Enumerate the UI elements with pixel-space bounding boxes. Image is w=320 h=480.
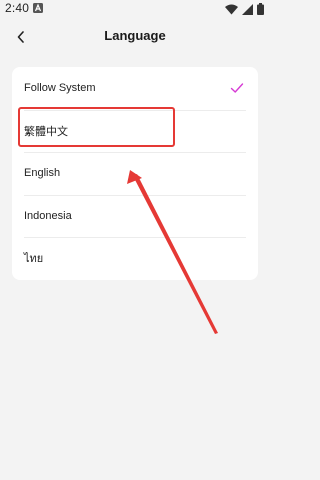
language-option-thai[interactable]: ไทย	[12, 237, 258, 280]
language-label: ไทย	[24, 253, 44, 266]
status-icons	[225, 3, 264, 15]
status-time: 2:40	[5, 1, 30, 15]
wifi-icon	[225, 4, 238, 14]
language-option-follow-system[interactable]: Follow System	[12, 67, 258, 110]
battery-icon	[257, 3, 264, 15]
a-icon	[33, 3, 43, 13]
language-label: Follow System	[24, 82, 96, 95]
page-title: Language	[104, 28, 166, 43]
language-option-traditional-chinese[interactable]: 繁體中文	[12, 109, 258, 153]
language-option-english[interactable]: English	[12, 152, 258, 195]
language-label: 繁體中文	[24, 125, 68, 138]
language-list: Follow System 繁體中文 English Indonesia ไทย	[12, 67, 258, 280]
app-header: Language	[0, 22, 270, 52]
language-option-indonesia[interactable]: Indonesia	[12, 194, 258, 238]
language-label: Indonesia	[24, 209, 72, 222]
check-icon	[230, 83, 244, 93]
language-label: English	[24, 167, 61, 180]
status-bar: 2:40	[0, 0, 270, 20]
signal-icon	[242, 3, 253, 15]
